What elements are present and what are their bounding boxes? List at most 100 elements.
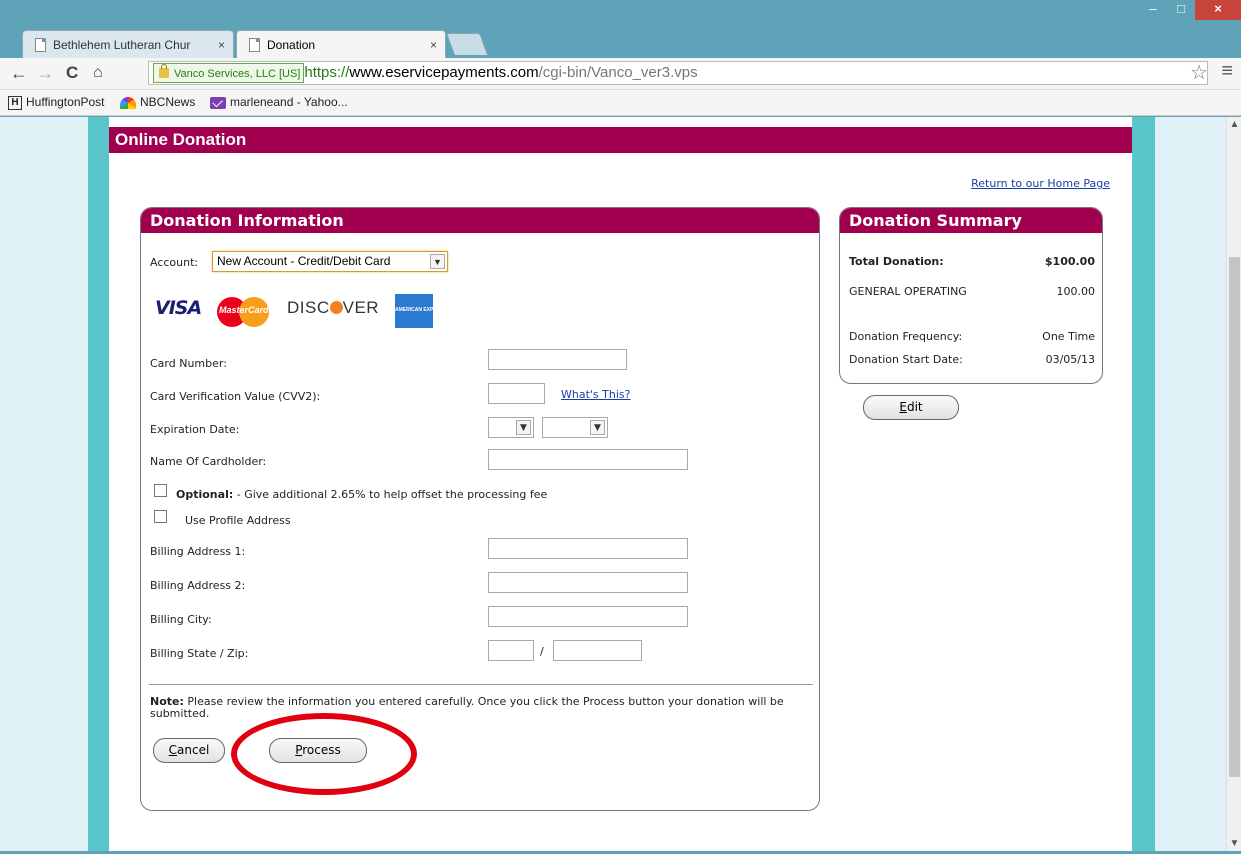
tab-label: Bethlehem Lutheran Chur [53,38,191,52]
donation-information-title: Donation Information [141,208,819,233]
back-arrow-icon[interactable]: ← [10,63,28,83]
window-controls: – □ × [1139,0,1241,22]
account-select[interactable]: New Account - Credit/Debit Card ▼ [212,251,448,272]
tab-donation[interactable]: Donation × [236,30,446,58]
chevron-down-icon: ▼ [590,420,605,435]
review-note: Note: Please review the information you … [150,695,784,720]
page-title: Online Donation [109,127,1132,153]
whats-this-link[interactable]: What's This? [561,388,630,401]
fund-value: 100.00 [1056,285,1096,298]
expiration-label: Expiration Date: [150,423,240,436]
billing-state-zip-label: Billing State / Zip: [150,647,249,660]
start-date-row: Donation Start Date: 03/05/13 [849,353,1095,366]
bookmark-huffingtonpost[interactable]: H HuffingtonPost [8,95,105,110]
billing-address-2-label: Billing Address 2: [150,579,246,592]
card-number-label: Card Number: [150,357,227,370]
edit-button[interactable]: Edit [863,395,959,420]
total-donation-value: $100.00 [1044,255,1095,268]
ev-certificate-badge[interactable]: Vanco Services, LLC [US] [153,63,305,83]
minimize-icon[interactable]: – [1139,0,1167,20]
lock-icon [159,64,169,78]
address-bar[interactable]: Vanco Services, LLC [US] https://www.ese… [148,61,1208,85]
page-viewport: Online Donation Return to our Home Page … [0,117,1226,851]
donation-summary-title: Donation Summary [840,208,1102,233]
donation-page: Online Donation Return to our Home Page … [109,117,1132,851]
tab-label: Donation [267,38,316,52]
vertical-scrollbar[interactable]: ▲ ▼ [1226,117,1241,851]
cvv-field[interactable] [488,383,545,404]
frequency-row: Donation Frequency: One Time [849,330,1095,343]
discover-logo: DISC VER [287,298,380,317]
mastercard-logo-text: MasterCard [219,305,269,315]
start-date-label: Donation Start Date: [849,353,963,366]
cardholder-field[interactable] [488,449,688,470]
optional-fee-checkbox[interactable] [154,484,167,497]
donation-information-panel: Donation Information Account: New Accoun… [140,207,820,811]
new-tab-button[interactable] [445,33,489,55]
bookmark-yahoo-mail[interactable]: marleneand - Yahoo... [210,95,348,109]
bookmark-label: marleneand - Yahoo... [230,95,348,109]
annotation-circle [231,713,417,795]
account-label: Account: [150,256,199,269]
url-scheme: https:// [304,64,350,81]
tab-close-icon[interactable]: × [430,31,437,59]
billing-address-1-field[interactable] [488,538,688,559]
browser-titlebar: Bethlehem Lutheran Chur × Donation × – □… [0,0,1241,58]
return-home-link[interactable]: Return to our Home Page [971,177,1110,190]
billing-city-label: Billing City: [150,613,212,626]
billing-state-field[interactable] [488,640,534,661]
maximize-icon[interactable]: □ [1167,0,1195,20]
use-profile-address-checkbox[interactable] [154,510,167,523]
page-icon [249,38,260,52]
billing-zip-field[interactable] [553,640,642,661]
visa-logo: VISA [155,297,202,319]
bookmark-nbcnews[interactable]: NBCNews [120,95,195,109]
cvv-label: Card Verification Value (CVV2): [150,390,321,403]
bookmarks-bar: H HuffingtonPost NBCNews marleneand - Yah… [0,90,1241,116]
huffington-icon: H [8,95,22,110]
url-host: www.eservicepayments.com [349,64,539,81]
account-select-value: New Account - Credit/Debit Card [217,254,391,268]
mastercard-logo: MasterCard [217,295,271,327]
cardholder-label: Name Of Cardholder: [150,455,267,468]
nbc-peacock-icon [120,96,136,109]
billing-city-field[interactable] [488,606,688,627]
frequency-label: Donation Frequency: [849,330,963,343]
tab-bethlehem[interactable]: Bethlehem Lutheran Chur × [22,30,234,58]
browser-toolbar: ← → C ⌂ Vanco Services, LLC [US] https:/… [0,58,1241,90]
state-zip-separator: / [540,645,544,658]
scroll-down-icon[interactable]: ▼ [1227,836,1241,851]
billing-address-1-label: Billing Address 1: [150,545,246,558]
scroll-up-icon[interactable]: ▲ [1227,117,1241,132]
fund-row: GENERAL OPERATING 100.00 [849,285,1095,298]
tab-close-icon[interactable]: × [218,31,225,59]
card-number-field[interactable] [488,349,627,370]
window-close-icon[interactable]: × [1195,0,1241,20]
optional-fee-label: Optional: - Give additional 2.65% to hel… [176,488,548,501]
page-icon [35,38,46,52]
home-icon[interactable]: ⌂ [93,63,103,83]
total-donation-row: Total Donation: $100.00 [849,255,1095,268]
billing-address-2-field[interactable] [488,572,688,593]
scroll-thumb[interactable] [1229,257,1240,777]
bookmark-label: HuffingtonPost [26,95,105,109]
url-path: /cgi-bin/Vanco_ver3.vps [538,64,698,81]
mail-icon [210,96,226,109]
use-profile-address-label: Use Profile Address [185,514,291,527]
chevron-down-icon: ▼ [430,254,445,269]
expiration-year-select[interactable]: ▼ [542,417,608,438]
donation-summary-panel: Donation Summary Total Donation: $100.00… [839,207,1103,384]
fund-label: GENERAL OPERATING [849,285,967,298]
reload-icon[interactable]: C [66,63,78,83]
frequency-value: One Time [1042,330,1095,343]
total-donation-label: Total Donation: [849,255,944,268]
forward-arrow-icon[interactable]: → [36,63,54,83]
start-date-value: 03/05/13 [1045,353,1095,366]
expiration-month-select[interactable]: ▼ [488,417,534,438]
menu-icon[interactable]: ≡ [1221,60,1233,83]
ev-badge-label: Vanco Services, LLC [US] [174,68,301,80]
cancel-button[interactable]: Cancel [153,738,225,763]
bookmark-star-icon[interactable]: ☆ [1190,60,1208,85]
chevron-down-icon: ▼ [516,420,531,435]
divider [149,684,813,685]
